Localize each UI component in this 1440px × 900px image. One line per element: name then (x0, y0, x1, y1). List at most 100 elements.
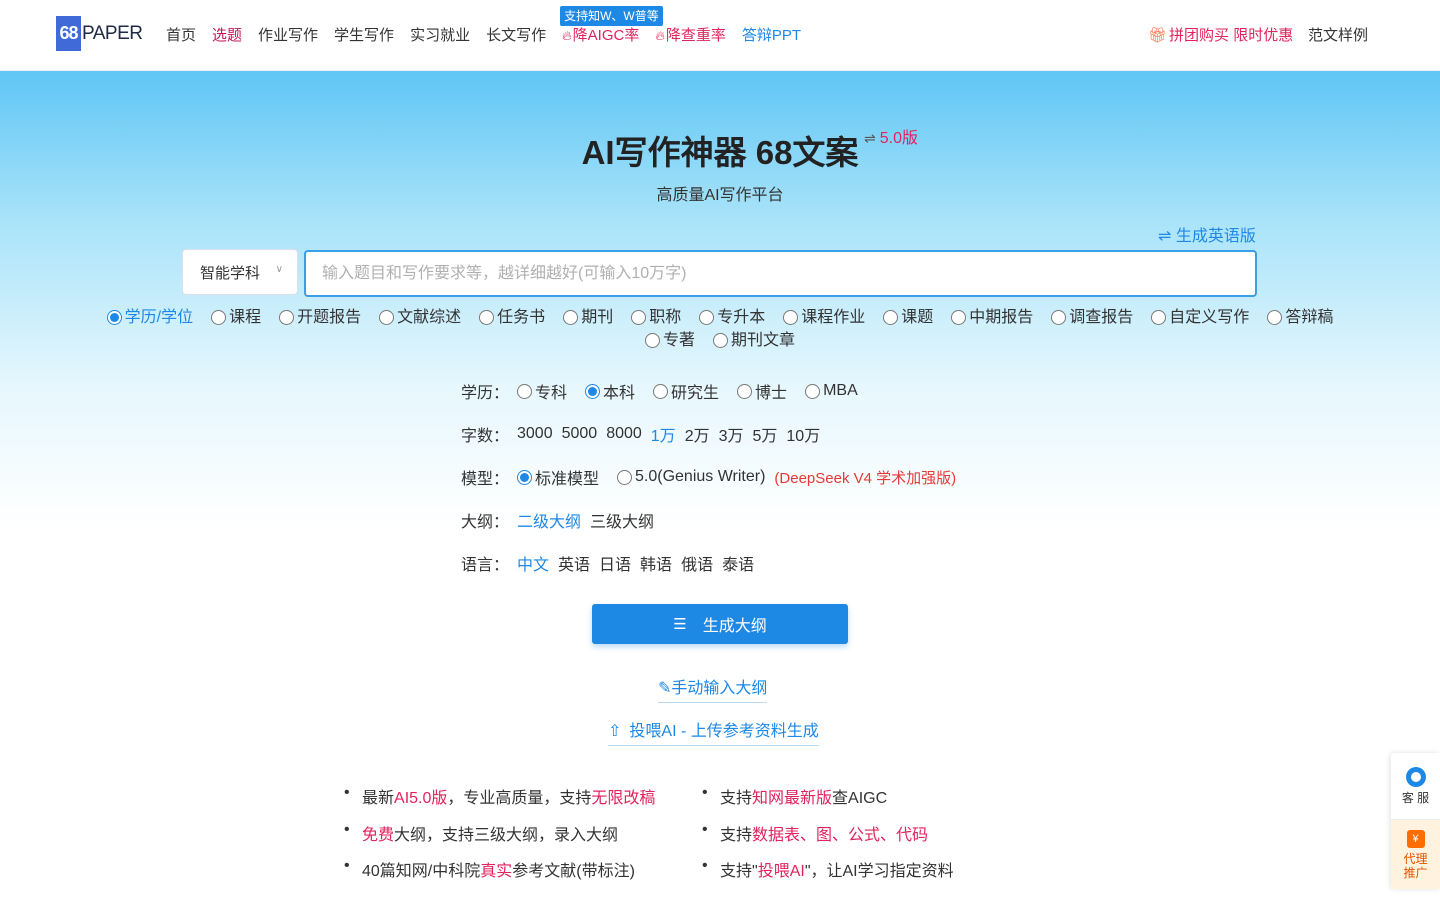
feature-item: 支持"投喂AI"，让AI学习指定资料 (702, 857, 954, 894)
model-label: 模型： (461, 471, 510, 488)
customer-service-label: 客 服 (1401, 791, 1430, 805)
english-version-toggle[interactable]: ⇌ 生成英语版 (1158, 222, 1256, 246)
subject-select[interactable]: 智能学科 ∨ (182, 249, 298, 295)
model-option[interactable]: 标准模型 (517, 465, 599, 489)
word-count-option[interactable]: 8000 (606, 425, 642, 443)
aigc-support-tip: 支持知W、W普等 (560, 6, 663, 26)
word-count-option[interactable]: 5万 (753, 422, 778, 446)
education-option[interactable]: 研究生 (653, 379, 719, 403)
paper-type-option[interactable]: 调查报告 (1051, 306, 1133, 329)
english-toggle-label: 生成英语版 (1175, 228, 1256, 245)
word-count-option[interactable]: 3万 (719, 422, 744, 446)
model-option[interactable]: 5.0(Genius Writer) (617, 468, 765, 486)
agent-promotion-button[interactable]: ¥ 代理推广 (1391, 820, 1440, 889)
site-logo[interactable]: 68 PAPER (56, 16, 143, 51)
paper-type-option[interactable]: 期刊 (563, 306, 613, 329)
education-option-label: 博士 (755, 385, 788, 402)
feature-text: 支持" (720, 863, 758, 880)
education-option[interactable]: 博士 (737, 379, 787, 403)
switch-icon: ⇌ (1158, 228, 1176, 245)
paper-type-option[interactable]: 专著 (644, 329, 695, 352)
paper-type-option[interactable]: 中期报告 (951, 306, 1033, 329)
nav-samples[interactable]: 范文样例 (1308, 26, 1368, 46)
word-count-option[interactable]: 5000 (562, 425, 598, 443)
education-option-label: MBA (823, 382, 858, 399)
feature-item: 支持数据表、图、公式、代码 (702, 821, 954, 858)
word-count-option[interactable]: 3000 (517, 425, 553, 443)
word-count-option[interactable]: 10万 (786, 422, 820, 446)
feature-item: 40篇知网/中科院真实参考文献(带标注) (344, 857, 655, 894)
generate-outline-label: 生成大纲 (702, 618, 767, 635)
outline-option[interactable]: 三级大纲 (590, 508, 654, 532)
paper-type-option[interactable]: 任务书 (479, 306, 545, 329)
paper-type-option[interactable]: 自定义写作 (1151, 306, 1249, 329)
language-option[interactable]: 日语 (599, 551, 631, 575)
paper-type-label: 自定义写作 (1169, 309, 1250, 326)
education-label: 学历： (461, 385, 510, 402)
side-widget-panel: 客 服 ¥ 代理推广 (1391, 753, 1440, 889)
nav-long-writing[interactable]: 长文写作 (486, 26, 546, 46)
education-option[interactable]: 本科 (585, 379, 635, 403)
upload-reference-label: 投喂AI - 上传参考资料生成 (629, 723, 819, 740)
paper-type-option[interactable]: 专升本 (699, 306, 765, 329)
upload-icon: ⇧ (608, 723, 622, 740)
upload-reference-link[interactable]: ⇧ 投喂AI - 上传参考资料生成 (608, 717, 819, 746)
nav-topic[interactable]: 选题 (212, 26, 242, 46)
model-option-label: 5.0(Genius Writer) (635, 468, 766, 485)
generate-outline-button[interactable]: ☰ 生成大纲 (592, 604, 848, 644)
language-row: 语言： 中文 英语 日语 韩语 俄语 泰语 (461, 551, 956, 575)
word-count-row: 字数： 3000 5000 8000 1万 2万 3万 5万 10万 (461, 422, 956, 446)
nav-home[interactable]: 首页 (166, 26, 196, 46)
paper-type-option[interactable]: 开题报告 (279, 306, 361, 329)
nav-internship[interactable]: 实习就业 (410, 26, 470, 46)
nav-defense-ppt[interactable]: 答辩PPT (742, 26, 801, 46)
nav-homework[interactable]: 作业写作 (258, 26, 318, 46)
model-option-label: 标准模型 (535, 471, 600, 488)
version-badge[interactable]: ⇌ 5.0版 (864, 124, 918, 148)
customer-service-button[interactable]: 客 服 (1391, 753, 1440, 820)
paper-type-label: 期刊 (581, 309, 614, 326)
nav-student-writing[interactable]: 学生写作 (334, 26, 394, 46)
main-nav: 首页 选题 作业写作 学生写作 实习就业 长文写作 支持知W、W普等 🔥︎降AI… (166, 6, 817, 46)
language-option[interactable]: 中文 (517, 551, 549, 575)
outline-label: 大纲： (461, 514, 510, 531)
education-option[interactable]: 专科 (517, 379, 567, 403)
nav-reduce-duplicate-label: 降查重率 (665, 27, 726, 44)
paper-type-label: 任务书 (497, 309, 546, 326)
paper-type-label: 课程作业 (801, 309, 866, 326)
outline-option[interactable]: 二级大纲 (517, 508, 581, 532)
nav-reduce-aigc[interactable]: 🔥︎降AIGC率 (562, 27, 639, 44)
fire-icon: 🔥︎ (562, 28, 572, 43)
feature-highlight: 知网最新版 (752, 790, 833, 807)
language-option[interactable]: 俄语 (681, 551, 713, 575)
language-option[interactable]: 泰语 (722, 551, 754, 575)
group-buy-promo[interactable]: 🎁︎ 拼团购买 限时优惠 (1148, 26, 1293, 46)
paper-type-option[interactable]: 课程 (211, 306, 261, 329)
paper-type-option[interactable]: 答辩稿 (1267, 306, 1333, 329)
model-row: 模型： 标准模型 5.0(Genius Writer) (DeepSeek V4… (461, 465, 956, 489)
topic-input[interactable] (304, 250, 1257, 297)
education-row: 学历： 专科 本科 研究生 博士 MBA (461, 379, 956, 403)
paper-type-option[interactable]: 学历/学位 (106, 306, 193, 329)
paper-type-option[interactable]: 课题 (883, 306, 933, 329)
nav-reduce-duplicate[interactable]: 🔥︎降查重率 (655, 26, 726, 46)
paper-type-option[interactable]: 文献综述 (379, 306, 461, 329)
paper-type-option[interactable]: 期刊文章 (713, 329, 795, 352)
education-option[interactable]: MBA (805, 382, 858, 400)
feature-list-left: 最新AI5.0版，专业高质量，支持无限改稿 免费大纲，支持三级大纲，录入大纲 4… (344, 784, 655, 894)
page-subtitle: 高质量AI写作平台 (656, 187, 784, 204)
language-option[interactable]: 英语 (558, 551, 590, 575)
paper-type-label: 期刊文章 (731, 332, 796, 349)
gift-box-icon: ¥ (1406, 829, 1425, 848)
feature-highlight: 数据表、图、公式、代码 (752, 826, 929, 844)
word-count-option[interactable]: 2万 (685, 422, 710, 446)
feature-list-right: 支持知网最新版查AIGC 支持数据表、图、公式、代码 支持"投喂AI"，让AI学… (702, 784, 954, 894)
logo-mark: 68 (56, 16, 81, 51)
fire-icon: 🔥︎ (655, 28, 665, 43)
manual-outline-link[interactable]: ✎手动输入大纲 (658, 674, 768, 703)
paper-type-option[interactable]: 课程作业 (783, 306, 865, 329)
paper-type-option[interactable]: 职称 (631, 306, 681, 329)
word-count-option[interactable]: 1万 (651, 422, 676, 446)
paper-type-label: 专著 (662, 332, 695, 349)
language-option[interactable]: 韩语 (640, 551, 672, 575)
